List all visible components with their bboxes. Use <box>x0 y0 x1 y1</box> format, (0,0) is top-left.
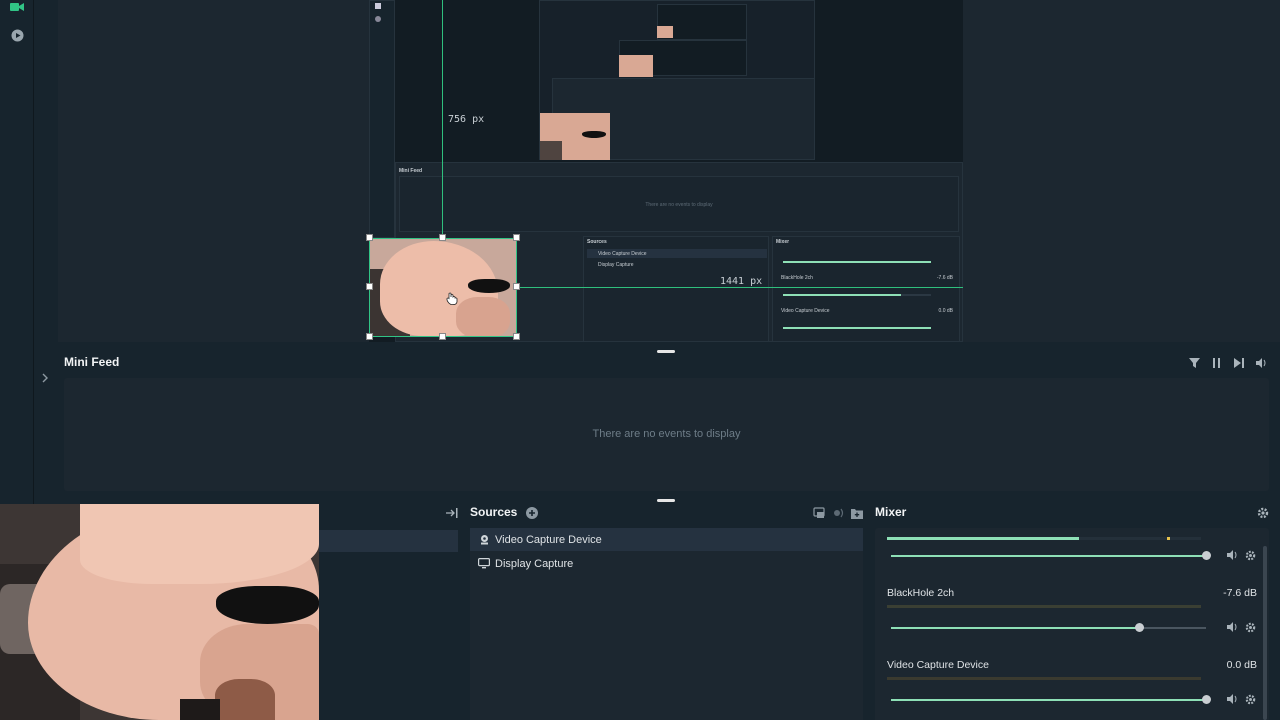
audio-meter <box>887 537 1201 540</box>
vertical-guide-measure: 756 px <box>448 114 485 125</box>
volume-slider[interactable] <box>891 623 1206 632</box>
selected-source-bounding-box[interactable] <box>369 238 517 337</box>
vertical-guide-line <box>442 0 443 238</box>
audio-meter <box>887 677 1201 680</box>
nested-sources: Sources Video Capture Device Display Cap… <box>583 236 769 342</box>
nested-mixer-title: Mixer <box>776 239 790 245</box>
source-item-display-capture[interactable]: Display Capture <box>470 552 863 575</box>
gear-icon[interactable] <box>1244 693 1256 705</box>
nested-rail <box>369 0 395 238</box>
horizontal-guide-measure: 1441 px <box>720 276 763 287</box>
resize-handle-bottom-right[interactable] <box>513 333 520 340</box>
mixer-channel-db: -7.6 dB <box>1223 587 1257 599</box>
mixer-channel-db: 0.0 dB <box>1226 659 1257 671</box>
nested-minifeed-title: Mini Feed <box>399 168 423 174</box>
filter-icon[interactable] <box>1187 356 1201 370</box>
skip-icon[interactable] <box>1232 356 1246 370</box>
resize-handle-bottom-left[interactable] <box>366 333 373 340</box>
minifeed-resize-grip[interactable] <box>657 499 675 502</box>
nested-sources-title: Sources <box>587 239 607 245</box>
nested-mixer-2-name: Video Capture Device <box>781 308 830 314</box>
monitor-icon <box>478 558 490 570</box>
mixer-panel: BlackHole 2ch -7.6 dB Video Capture Devi… <box>875 528 1269 720</box>
resize-handle-right[interactable] <box>513 283 520 290</box>
nested-mixer-1-db: -7.6 dB <box>936 275 953 281</box>
nested-source-1: Video Capture Device <box>598 251 647 257</box>
gear-icon[interactable] <box>1244 621 1256 633</box>
speaker-icon[interactable] <box>1226 549 1238 561</box>
speaker-icon[interactable] <box>1226 693 1238 705</box>
play-circle-icon[interactable] <box>10 28 24 42</box>
studio-mode-icon[interactable] <box>10 0 24 14</box>
nested-minifeed-body: There are no events to display <box>399 176 959 232</box>
audio-meter <box>887 605 1201 608</box>
minifeed-title: Mini Feed <box>64 355 120 369</box>
mixer-title: Mixer <box>875 505 907 519</box>
nested-mixer-2-db: 0.0 dB <box>938 308 953 314</box>
source-label: Video Capture Device <box>495 533 602 546</box>
nested-mixer: Mixer BlackHole 2ch -7.6 dB Video Captur… <box>772 236 960 342</box>
sources-title: Sources <box>470 505 518 519</box>
mixer-settings-icon[interactable] <box>1257 506 1269 524</box>
expand-chevron-icon[interactable] <box>38 371 52 385</box>
scene-item-selected[interactable] <box>318 530 458 552</box>
pause-icon[interactable] <box>1209 356 1223 370</box>
nested-minifeed-empty: There are no events to display <box>645 202 713 208</box>
volume-slider[interactable] <box>891 695 1211 704</box>
mixer-channel-name: Video Capture Device <box>887 659 989 671</box>
webcam-overlay <box>0 504 319 720</box>
nested-webcam-thumb-2 <box>619 55 653 77</box>
source-item-video-capture[interactable]: Video Capture Device <box>470 528 863 551</box>
speaker-icon[interactable] <box>1226 621 1238 633</box>
source-label: Display Capture <box>495 557 574 570</box>
resize-handle-left[interactable] <box>366 283 373 290</box>
volume-icon[interactable] <box>1255 356 1269 370</box>
move-cursor-icon <box>446 292 458 310</box>
nested-webcam-thumb <box>540 113 610 160</box>
camera-icon <box>478 534 490 546</box>
mixer-channel-name: BlackHole 2ch <box>887 587 955 599</box>
sources-list: Video Capture Device Display Capture <box>470 528 863 720</box>
volume-slider[interactable] <box>891 551 1211 560</box>
nested-source-2: Display Capture <box>598 262 634 268</box>
minifeed-empty-message: There are no events to display <box>592 428 741 440</box>
nested-webcam-thumb-3 <box>657 26 673 38</box>
scenes-dock <box>318 502 464 720</box>
resize-handle-bottom[interactable] <box>439 333 446 340</box>
nested-mixer-1-name: BlackHole 2ch <box>781 275 813 281</box>
minifeed-panel: There are no events to display <box>64 378 1269 491</box>
resize-handle-top-left[interactable] <box>366 234 373 241</box>
horizontal-guide-line <box>517 287 963 288</box>
mixer-scrollbar[interactable] <box>1263 546 1267 720</box>
add-folder-icon[interactable] <box>851 506 863 524</box>
collapse-dock-icon[interactable] <box>445 506 458 524</box>
add-source-icon[interactable] <box>526 506 538 524</box>
resize-handle-top[interactable] <box>439 234 446 241</box>
preview-resize-grip[interactable] <box>657 350 675 353</box>
gear-icon[interactable] <box>1244 549 1256 561</box>
source-settings-icon[interactable] <box>832 506 844 524</box>
resize-handle-top-right[interactable] <box>513 234 520 241</box>
scene-transition-icon[interactable] <box>813 506 825 524</box>
